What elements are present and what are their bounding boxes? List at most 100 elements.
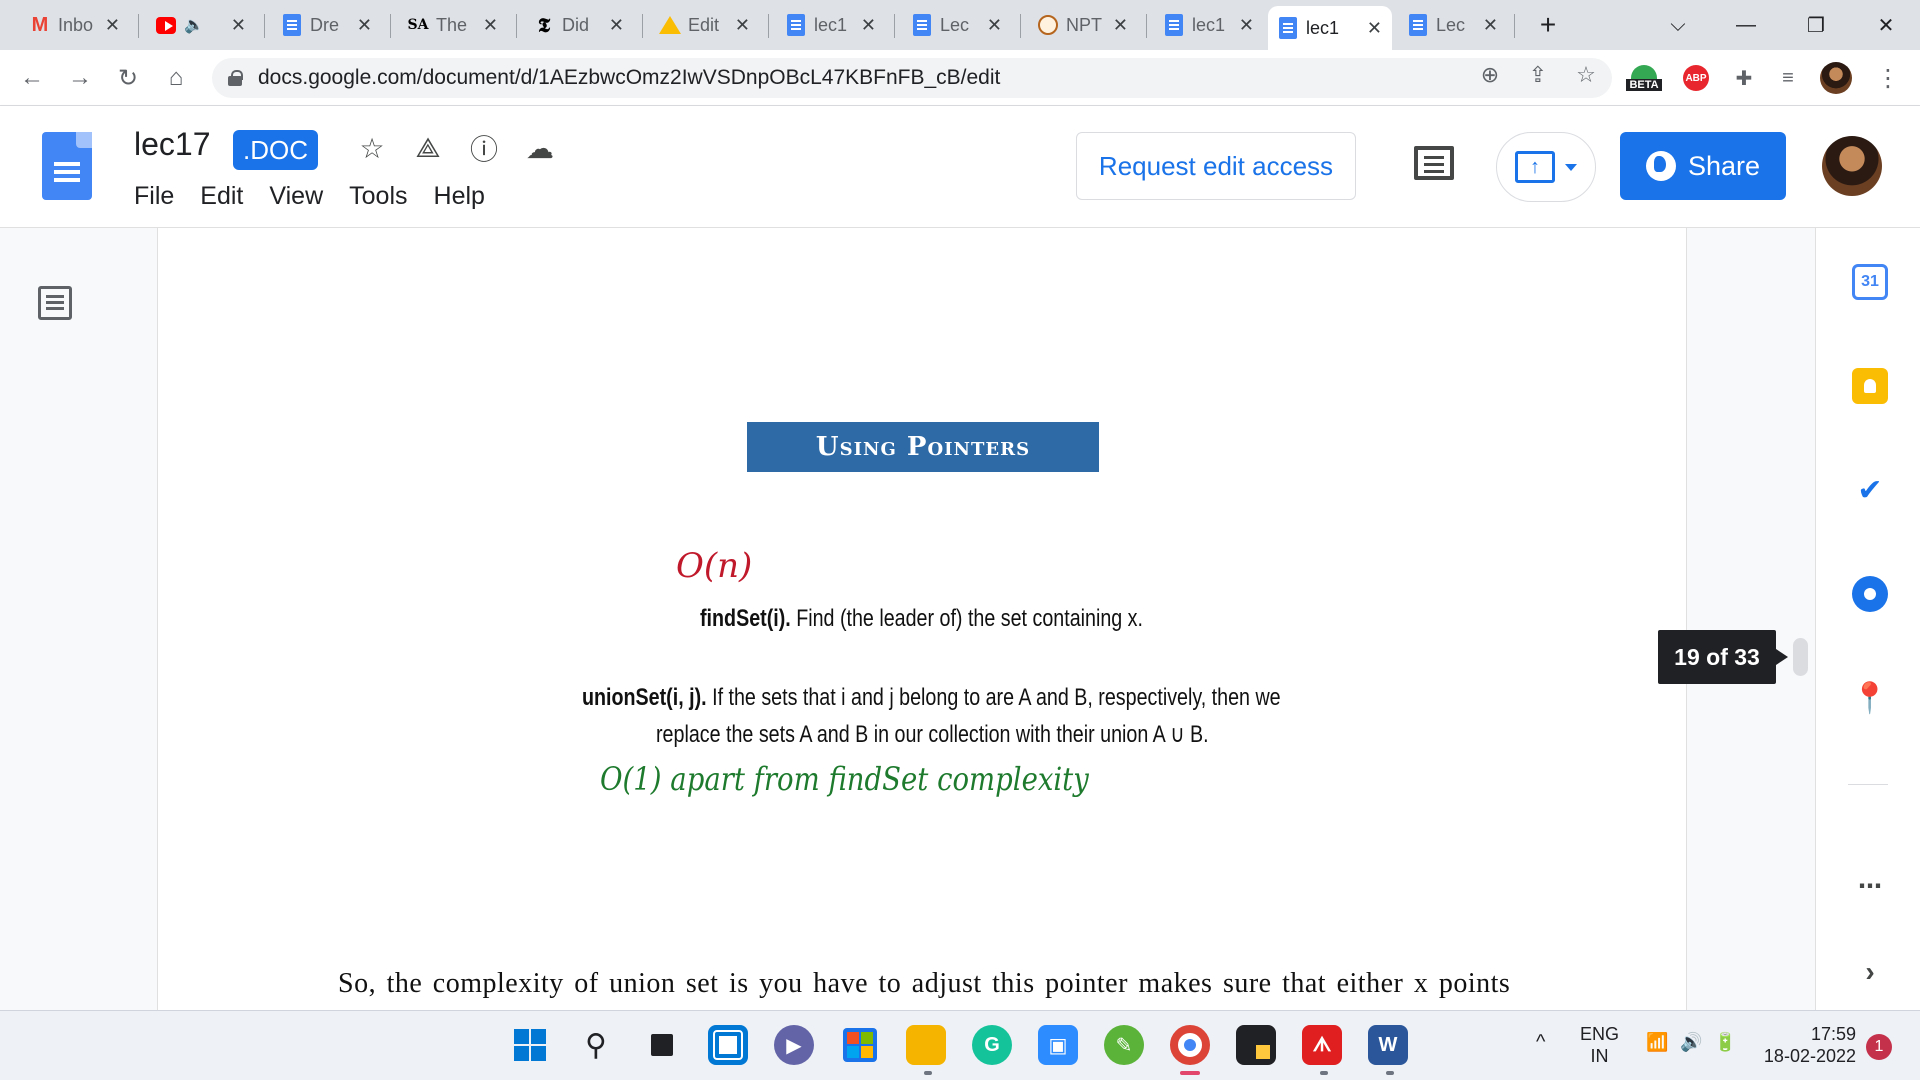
document-outline-icon[interactable] <box>38 286 72 320</box>
star-icon[interactable]: ☆ <box>352 128 392 168</box>
widgets-icon[interactable] <box>708 1025 748 1065</box>
maps-icon[interactable]: 📍 <box>1851 680 1888 716</box>
share-button[interactable]: Share <box>1620 132 1786 200</box>
acrobat-icon[interactable]: ᗑ <box>1302 1025 1342 1065</box>
restore-button[interactable]: ❐ <box>1786 0 1846 50</box>
bookmark-star-icon[interactable]: ☆ <box>1570 62 1602 88</box>
document-title[interactable]: lec17 <box>134 126 211 163</box>
tab-docs-lec1[interactable]: lec1 ✕ <box>776 8 886 42</box>
docs-logo-icon[interactable] <box>42 132 92 200</box>
browser-menu-icon[interactable]: ⋮ <box>1872 62 1904 94</box>
browser-tab-strip: M Inbo ✕ 🔈 ✕ Dre ✕ SA The ✕ 𝕿 Did ✕ Edit… <box>0 0 1920 50</box>
tab-gmail[interactable]: M Inbo ✕ <box>20 8 130 42</box>
evernote-icon[interactable]: ✎ <box>1104 1025 1144 1065</box>
sticky-notes-icon[interactable] <box>1236 1025 1276 1065</box>
profile-avatar[interactable] <box>1820 62 1852 94</box>
cloud-saved-icon[interactable]: ☁ <box>520 128 560 168</box>
close-tab-icon[interactable]: ✕ <box>357 15 372 36</box>
sa-icon: SA <box>407 17 429 33</box>
reload-button[interactable]: ↻ <box>112 62 144 94</box>
close-tab-icon[interactable]: ✕ <box>609 15 624 36</box>
close-tab-icon[interactable]: ✕ <box>231 15 246 36</box>
tab-nyt[interactable]: 𝕿 Did ✕ <box>524 8 634 42</box>
present-button[interactable]: ↑ <box>1496 132 1596 202</box>
more-addons-icon[interactable]: ⋯ <box>1852 868 1888 904</box>
tasks-icon[interactable]: ✔ <box>1852 472 1888 508</box>
beta-extension-icon[interactable]: BETA <box>1626 62 1662 94</box>
account-avatar[interactable] <box>1822 136 1882 196</box>
zoom-app-icon[interactable]: ▣ <box>1038 1025 1078 1065</box>
search-icon[interactable]: ⚲ <box>576 1025 616 1065</box>
present-dropdown-icon[interactable] <box>1565 163 1577 171</box>
audio-playing-icon[interactable]: 🔈 <box>184 15 204 35</box>
new-tab-button[interactable]: + <box>1520 0 1576 50</box>
tab-docs-active[interactable]: lec1 ✕ <box>1268 6 1392 50</box>
word-icon[interactable]: W <box>1368 1025 1408 1065</box>
clock[interactable]: 17:59 18-02-2022 <box>1760 1023 1856 1067</box>
calendar-icon[interactable]: 31 <box>1852 264 1888 300</box>
tab-nptel[interactable]: NPT ✕ <box>1028 8 1138 42</box>
move-to-drive-icon[interactable]: ⟁ <box>408 128 448 168</box>
battery-icon[interactable]: 🔋 <box>1714 1031 1736 1053</box>
tab-docs-lec[interactable]: Lec ✕ <box>902 8 1012 42</box>
media-control-icon[interactable]: ≡ <box>1772 62 1804 94</box>
close-window-button[interactable]: ✕ <box>1856 0 1916 50</box>
home-button[interactable]: ⌂ <box>160 62 192 94</box>
close-tab-icon[interactable]: ✕ <box>483 15 498 36</box>
close-tab-icon[interactable]: ✕ <box>1483 15 1498 36</box>
tab-sa[interactable]: SA The ✕ <box>398 8 508 42</box>
wifi-icon[interactable]: 📶 <box>1646 1031 1668 1053</box>
tab-divider <box>894 14 895 38</box>
minimize-button[interactable]: — <box>1716 0 1776 50</box>
side-panel: 31 ✔ 📍 ⋯ › <box>1815 228 1920 1010</box>
file-explorer-icon[interactable] <box>906 1025 946 1065</box>
tab-divider <box>390 14 391 38</box>
menu-bar: File Edit View Tools Help <box>134 182 511 211</box>
close-tab-icon[interactable]: ✕ <box>987 15 1002 36</box>
scrollbar-thumb[interactable] <box>1793 638 1808 676</box>
keep-icon[interactable] <box>1852 368 1888 404</box>
tab-drive[interactable]: Edit ✕ <box>650 8 760 42</box>
grammarly-icon[interactable]: G <box>972 1025 1012 1065</box>
unionset-text-line1: unionSet(i, j). If the sets that i and j… <box>582 684 1281 711</box>
language-indicator[interactable]: ENG IN <box>1580 1023 1619 1067</box>
tray-overflow-chevron-icon[interactable]: ^ <box>1536 1031 1545 1053</box>
tab-docs-dre[interactable]: Dre ✕ <box>272 8 382 42</box>
notification-badge[interactable]: 1 <box>1866 1034 1892 1060</box>
volume-icon[interactable]: 🔊 <box>1680 1031 1702 1053</box>
forward-button[interactable]: → <box>64 62 96 94</box>
extensions-puzzle-icon[interactable]: ✚ <box>1728 62 1760 94</box>
close-tab-icon[interactable]: ✕ <box>1239 15 1254 36</box>
close-tab-icon[interactable]: ✕ <box>105 15 120 36</box>
tab-search-chevron-icon[interactable]: ⌵ <box>1648 0 1708 50</box>
close-tab-icon[interactable]: ✕ <box>1367 18 1382 39</box>
close-tab-icon[interactable]: ✕ <box>1113 15 1128 36</box>
close-tab-icon[interactable]: ✕ <box>735 15 750 36</box>
menu-help[interactable]: Help <box>434 182 485 211</box>
menu-view[interactable]: View <box>269 182 323 211</box>
chrome-icon[interactable] <box>1170 1025 1210 1065</box>
store-icon[interactable] <box>840 1025 880 1065</box>
tab-divider <box>1146 14 1147 38</box>
zoom-icon[interactable]: ⊕ <box>1474 62 1506 88</box>
windows-start-icon[interactable] <box>510 1025 550 1065</box>
close-tab-icon[interactable]: ✕ <box>861 15 876 36</box>
comments-icon[interactable] <box>1414 146 1454 180</box>
task-view-icon[interactable] <box>642 1025 682 1065</box>
menu-edit[interactable]: Edit <box>200 182 243 211</box>
findset-text: findSet(i). Find (the leader of) the set… <box>700 605 1143 632</box>
adblock-extension-icon[interactable]: ABP <box>1680 62 1712 94</box>
info-icon[interactable]: ⓘ <box>464 128 504 168</box>
menu-file[interactable]: File <box>134 182 174 211</box>
share-page-icon[interactable]: ⇪ <box>1522 62 1554 88</box>
contacts-icon[interactable] <box>1852 576 1888 612</box>
teams-chat-icon[interactable]: ▶ <box>774 1025 814 1065</box>
tab-docs-lec-b[interactable]: Lec ✕ <box>1398 8 1508 42</box>
request-edit-access-button[interactable]: Request edit access <box>1076 132 1356 200</box>
expand-panel-chevron-icon[interactable]: › <box>1852 954 1888 990</box>
tab-docs-lec1-b[interactable]: lec1 ✕ <box>1154 8 1264 42</box>
back-button[interactable]: ← <box>16 62 48 94</box>
menu-tools[interactable]: Tools <box>349 182 407 211</box>
tab-youtube[interactable]: 🔈 ✕ <box>146 8 256 42</box>
address-bar[interactable]: docs.google.com/document/d/1AEzbwcOmz2Iw… <box>212 58 1612 98</box>
